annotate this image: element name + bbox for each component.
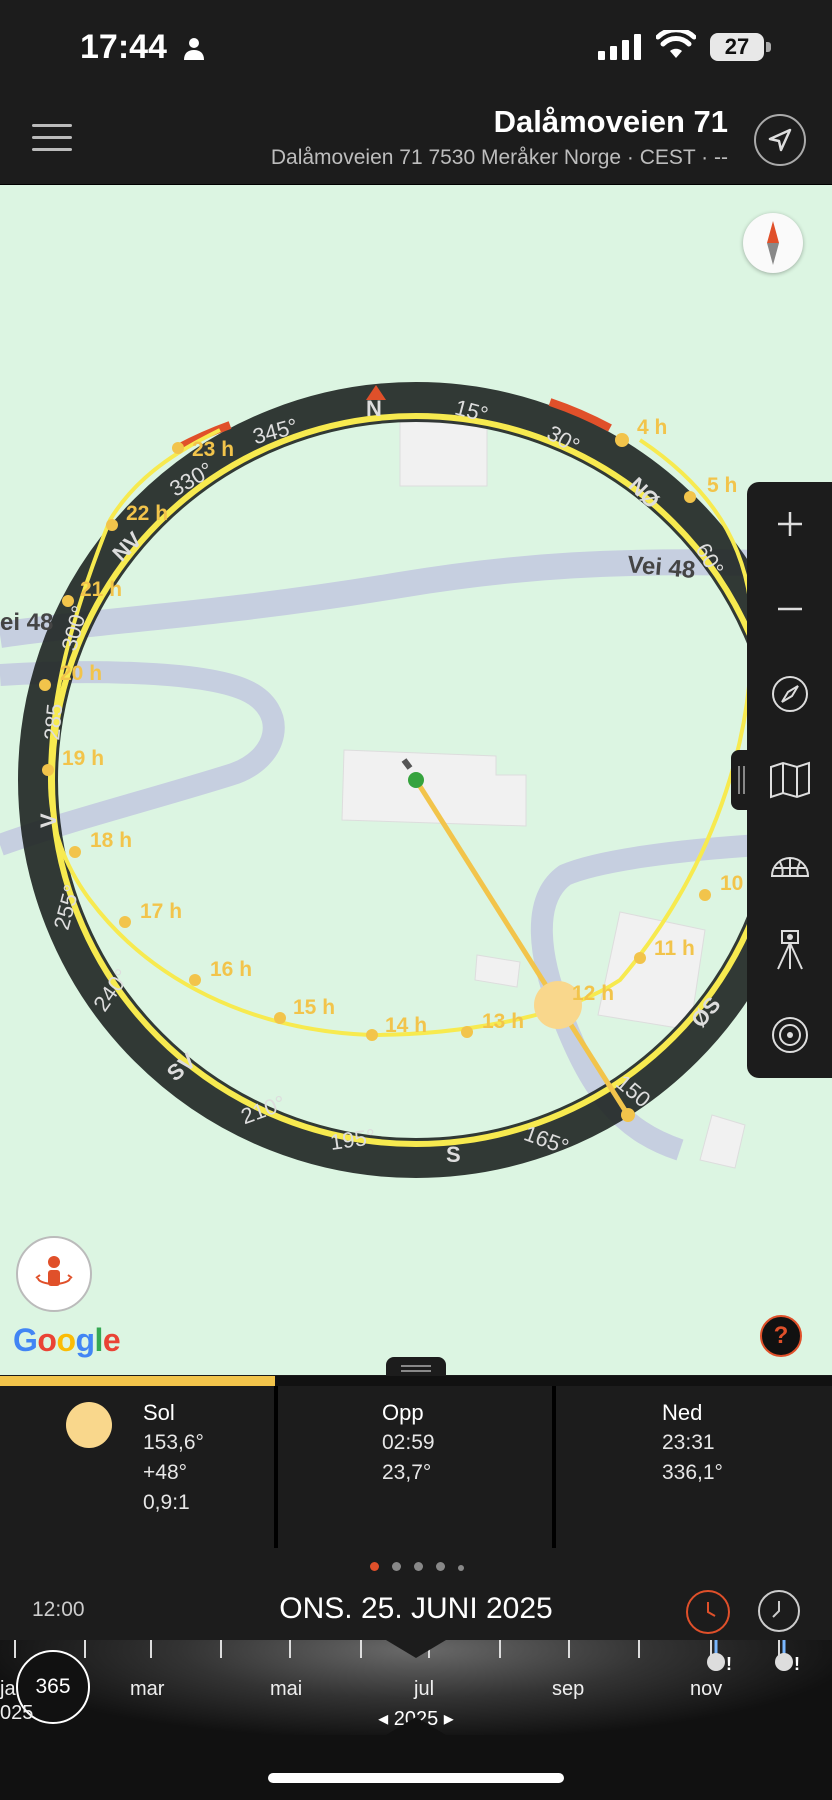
target-icon[interactable] — [747, 1005, 832, 1065]
hour-4: 4 h — [637, 416, 667, 439]
rise-azimuth: 23,7° — [382, 1461, 432, 1484]
page-dots[interactable] — [370, 1558, 477, 1576]
event-marker-icon[interactable]: ! — [704, 1640, 734, 1674]
status-bar: 17:44 27 — [0, 0, 832, 92]
hour-13: 13 h — [482, 1010, 524, 1033]
hour-10: 10 — [720, 872, 743, 895]
date-bar: 12:00 ONS. 25. JUNI 2025 — [0, 1548, 832, 1640]
sunrise-cell[interactable]: Opp 02:59 23,7° — [278, 1386, 552, 1548]
hour-5: 5 h — [707, 474, 737, 497]
surveyor-icon[interactable] — [747, 920, 832, 980]
wifi-icon — [656, 30, 696, 58]
sun-ratio: 0,9:1 — [143, 1491, 190, 1514]
timeline-pointer — [386, 1640, 446, 1658]
month-label: mar — [130, 1678, 165, 1700]
date-timeline[interactable]: 365 ja mar mai jul sep nov 025 ◂ 2025 ▸ … — [0, 1640, 832, 1735]
day-progress-fill — [0, 1376, 275, 1386]
status-time: 17:44 — [80, 28, 167, 66]
svg-text:!: ! — [794, 1654, 800, 1674]
road-label-vei48: Vei 48 — [626, 551, 696, 584]
day-progress-bar — [0, 1376, 832, 1386]
event-marker-icon[interactable]: ! — [772, 1640, 802, 1674]
menu-icon[interactable] — [32, 124, 72, 154]
signal-icon — [598, 34, 641, 60]
compass-285: 285 — [39, 703, 67, 742]
hour-12: 12 h — [572, 982, 614, 1005]
sun-elevation: +48° — [143, 1461, 188, 1484]
globe-icon[interactable] — [747, 835, 832, 895]
month-label: jul — [414, 1678, 435, 1700]
person-icon — [184, 38, 204, 60]
set-label: Ned — [662, 1400, 703, 1425]
sun-cell[interactable]: Sol 153,6° +48° 0,9:1 — [0, 1386, 274, 1548]
map-canvas: N 15° 30° NØ 60° 345° 330° NV 300° 285 V… — [0, 382, 814, 1178]
hour-15: 15 h — [293, 996, 335, 1019]
set-time: 23:31 — [662, 1431, 715, 1454]
battery-cap — [766, 42, 771, 52]
home-indicator[interactable] — [268, 1773, 564, 1783]
hour-11: 11 h — [654, 937, 695, 960]
compass-s: S — [446, 1142, 461, 1167]
hour-22: 22 h — [126, 502, 168, 525]
info-panel[interactable]: Sol 153,6° +48° 0,9:1 Opp 02:59 23,7° Ne… — [0, 1386, 832, 1548]
set-azimuth: 336,1° — [662, 1461, 723, 1484]
rise-time: 02:59 — [382, 1431, 435, 1454]
hour-21: 21 h — [80, 578, 122, 601]
hour-18: 18 h — [90, 829, 132, 852]
hour-19: 19 h — [62, 747, 104, 770]
month-label: sep — [552, 1678, 585, 1700]
timeline-pointer-bottom — [386, 1717, 446, 1735]
hour-16: 16 h — [210, 958, 252, 981]
hour-20: 20 h — [60, 662, 102, 685]
page-dot[interactable] — [370, 1562, 379, 1571]
hour-23: 23 h — [192, 438, 234, 461]
battery-indicator: 27 — [710, 33, 764, 61]
map-toolbar — [747, 482, 832, 1078]
sunset-cell[interactable]: Ned 23:31 336,1° — [556, 1386, 832, 1548]
page-dot[interactable] — [392, 1562, 401, 1571]
hour-14: 14 h — [385, 1014, 427, 1037]
page-dot[interactable] — [414, 1562, 423, 1571]
svg-text:!: ! — [726, 1654, 732, 1674]
sun-icon — [66, 1402, 112, 1448]
google-logo: Google — [13, 1322, 121, 1358]
location-subtitle: Dalåmoveien 71 7530 Meråker Norge · CEST… — [270, 146, 728, 169]
compass-mode-icon[interactable] — [747, 664, 832, 724]
sun-azimuth: 153,6° — [143, 1431, 204, 1454]
app-header: Dalåmoveien 71 Dalåmoveien 71 7530 Meråk… — [0, 92, 832, 185]
zoom-out-icon[interactable] — [747, 579, 832, 639]
compass-n: N — [366, 396, 382, 421]
month-label: ja — [0, 1678, 16, 1700]
location-arrow-icon[interactable] — [754, 114, 806, 166]
compass-v: V — [36, 813, 61, 828]
location-title[interactable]: Dalåmoveien 71 — [494, 104, 728, 140]
road-label-vei48-left: ei 48 — [0, 609, 53, 636]
page-dot[interactable] — [458, 1565, 464, 1571]
north-compass-icon[interactable] — [743, 213, 803, 273]
sheet-drag-handle[interactable] — [386, 1357, 446, 1377]
month-label: mai — [270, 1678, 303, 1700]
bottom-area — [0, 1735, 832, 1800]
page-dot[interactable] — [436, 1562, 445, 1571]
clock-icon[interactable] — [758, 1590, 800, 1632]
hour-17: 17 h — [140, 900, 182, 923]
map-layers-icon[interactable] — [747, 750, 832, 810]
month-label: nov — [690, 1678, 723, 1700]
viewpoint-person-icon[interactable] — [16, 1236, 92, 1312]
help-button[interactable]: ? — [760, 1315, 802, 1357]
sun-label: Sol — [143, 1400, 175, 1425]
zoom-in-icon[interactable] — [747, 494, 832, 554]
map-view[interactable]: N 15° 30° NØ 60° 345° 330° NV 300° 285 V… — [0, 185, 832, 1375]
rise-label: Opp — [382, 1400, 424, 1425]
reset-time-icon[interactable] — [686, 1590, 730, 1634]
